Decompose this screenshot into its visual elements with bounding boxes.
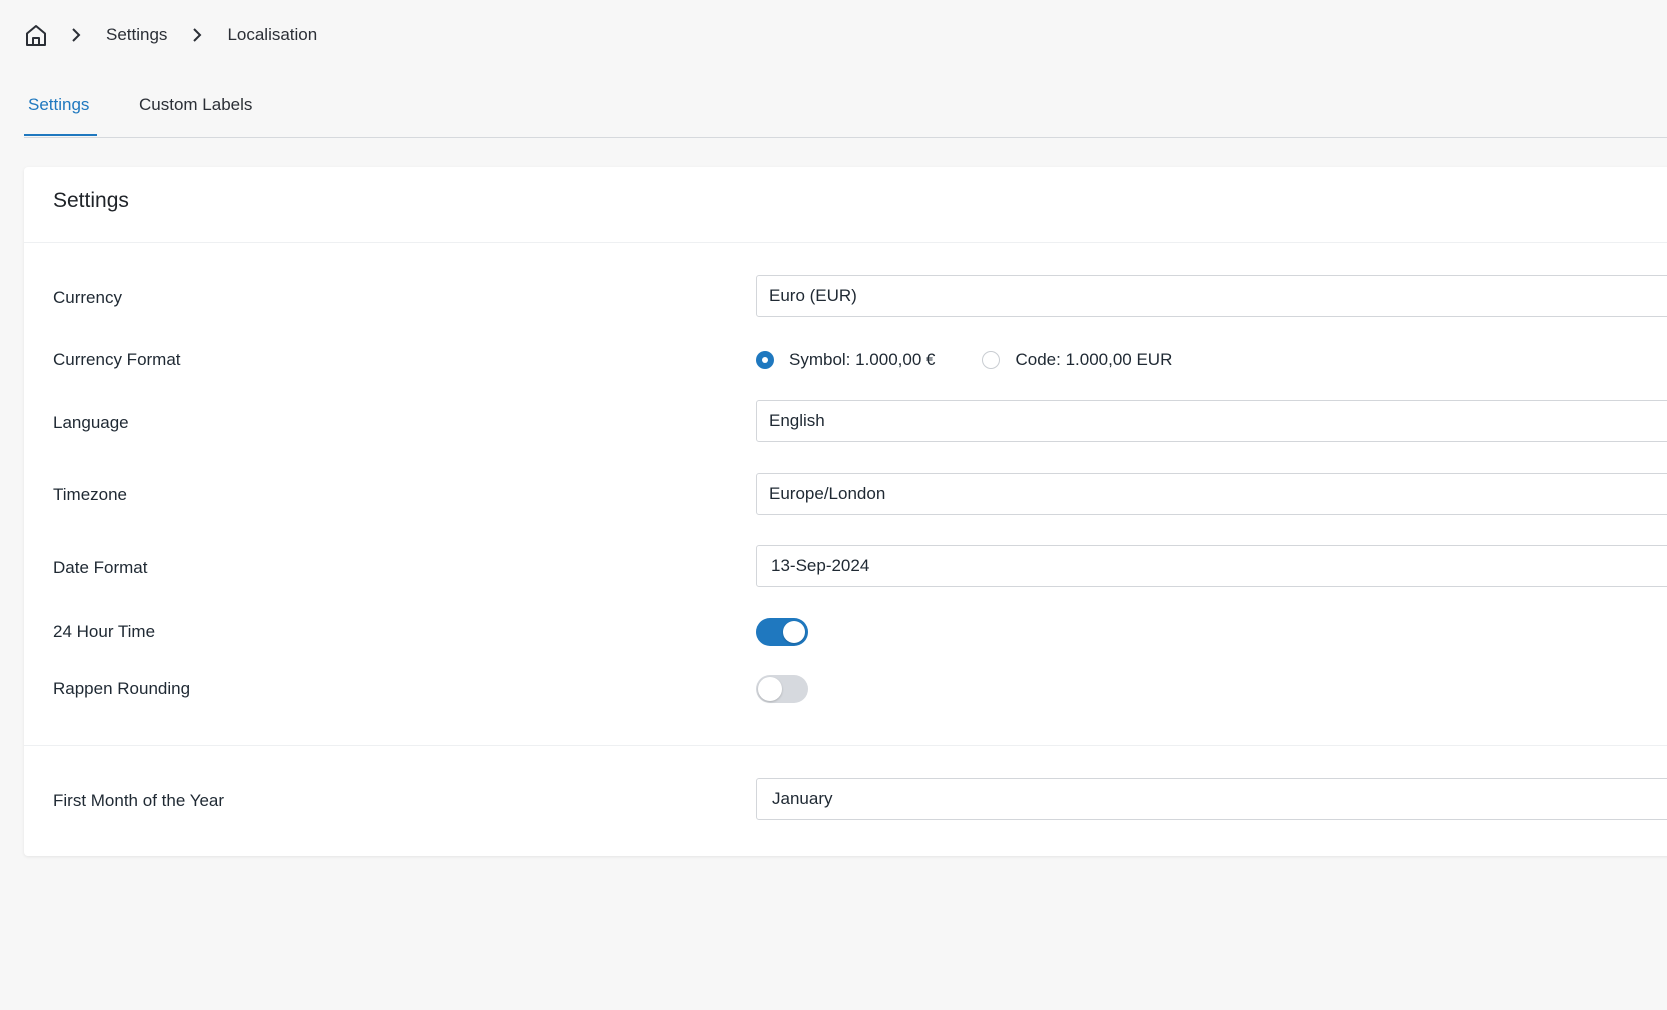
- currency-format-code-radio[interactable]: Code: 1.000,00 EUR: [982, 350, 1172, 370]
- radio-unchecked-icon: [982, 351, 1001, 369]
- currency-select[interactable]: Euro (EUR): [756, 275, 1667, 317]
- currency-format-label: Currency Format: [53, 350, 181, 369]
- tab-bar: Settings Custom Labels: [24, 84, 1667, 138]
- tab-custom-labels[interactable]: Custom Labels: [139, 84, 252, 136]
- tab-settings[interactable]: Settings: [28, 84, 89, 136]
- localisation-settings-page: Settings Localisation Settings Custom La…: [0, 0, 1667, 1010]
- section-divider: [24, 745, 1667, 746]
- breadcrumb: Settings Localisation: [24, 22, 317, 48]
- currency-format-symbol-radio[interactable]: Symbol: 1.000,00 €: [756, 350, 935, 370]
- timezone-select[interactable]: Europe/London: [756, 473, 1667, 515]
- settings-card: Settings Currency Euro (EUR) Currency Fo…: [24, 167, 1667, 856]
- home-icon[interactable]: [24, 22, 48, 48]
- rappen-rounding-label: Rappen Rounding: [53, 679, 191, 698]
- first-month-label: First Month of the Year: [53, 791, 225, 810]
- radio-label-code: Code: 1.000,00 EUR: [1015, 350, 1173, 369]
- breadcrumb-settings[interactable]: Settings: [106, 25, 167, 45]
- hour-24-label: 24 Hour Time: [53, 622, 156, 641]
- card-header-divider: [24, 242, 1667, 243]
- breadcrumb-localisation: Localisation: [227, 25, 318, 44]
- chevron-right-icon: [70, 22, 82, 48]
- timezone-label: Timezone: [53, 485, 128, 504]
- date-format-label: Date Format: [53, 558, 148, 577]
- toggle-knob: [758, 677, 782, 701]
- toggle-knob: [783, 621, 805, 643]
- language-select[interactable]: English: [756, 400, 1667, 442]
- chevron-right-icon: [191, 22, 203, 48]
- radio-label-symbol: Symbol: 1.000,00 €: [789, 350, 936, 369]
- currency-format-radio-group: Symbol: 1.000,00 € Code: 1.000,00 EUR: [756, 348, 1172, 372]
- card-title: Settings: [53, 189, 129, 212]
- language-label: Language: [53, 413, 129, 432]
- active-tab-indicator: [24, 134, 97, 136]
- first-month-select[interactable]: January: [756, 778, 1667, 820]
- date-format-select[interactable]: 13-Sep-2024: [756, 545, 1667, 587]
- radio-checked-icon: [756, 351, 774, 369]
- currency-label: Currency: [53, 288, 122, 307]
- rappen-rounding-toggle[interactable]: [756, 675, 808, 703]
- hour-24-toggle[interactable]: [756, 618, 808, 646]
